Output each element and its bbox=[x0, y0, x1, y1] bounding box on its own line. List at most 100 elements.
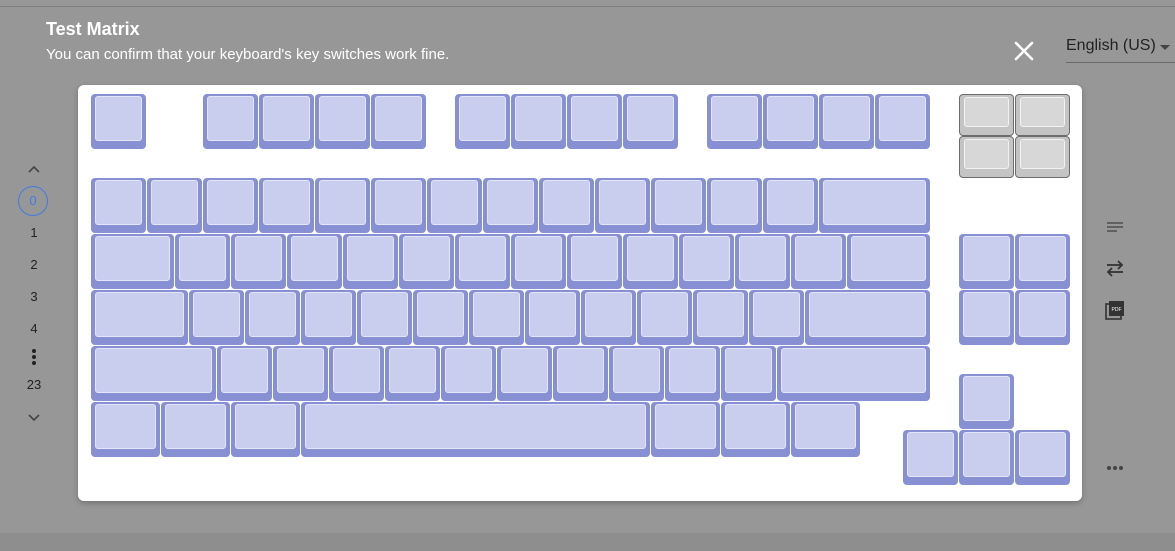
key-h[interactable] bbox=[469, 290, 524, 345]
swap-arrows-icon[interactable] bbox=[1103, 256, 1127, 280]
key-ro[interactable] bbox=[721, 346, 776, 401]
key-l[interactable] bbox=[637, 290, 692, 345]
key-o[interactable] bbox=[623, 234, 678, 289]
key-x[interactable] bbox=[273, 346, 328, 401]
key-b[interactable] bbox=[441, 346, 496, 401]
key-m[interactable] bbox=[553, 346, 608, 401]
key-u[interactable] bbox=[511, 234, 566, 289]
key-q[interactable] bbox=[175, 234, 230, 289]
horizontal-dots-icon[interactable] bbox=[1103, 456, 1127, 480]
key-f10[interactable] bbox=[763, 94, 818, 149]
layer-item-last[interactable]: 23 bbox=[14, 377, 54, 392]
key-t[interactable] bbox=[399, 234, 454, 289]
key-7[interactable] bbox=[483, 178, 538, 233]
key-nav-1[interactable] bbox=[959, 234, 1014, 289]
key-left[interactable] bbox=[903, 430, 958, 485]
key-k[interactable] bbox=[581, 290, 636, 345]
key-rgui[interactable] bbox=[721, 402, 790, 457]
key-p[interactable] bbox=[679, 234, 734, 289]
key-backslash[interactable] bbox=[847, 234, 930, 289]
key-f2[interactable] bbox=[259, 94, 314, 149]
layer-item-4[interactable]: 4 bbox=[14, 321, 54, 336]
chevron-up-icon[interactable] bbox=[27, 162, 41, 176]
key-9[interactable] bbox=[595, 178, 650, 233]
key-semicolon[interactable] bbox=[693, 290, 748, 345]
key-enter[interactable] bbox=[805, 290, 930, 345]
key-lgui[interactable] bbox=[161, 402, 230, 457]
key-tab[interactable] bbox=[91, 234, 174, 289]
close-button[interactable] bbox=[1009, 36, 1039, 66]
key-esc[interactable] bbox=[91, 94, 146, 149]
key-extra-1[interactable] bbox=[959, 94, 1014, 136]
key-n[interactable] bbox=[497, 346, 552, 401]
key-period[interactable] bbox=[665, 346, 720, 401]
key-d[interactable] bbox=[301, 290, 356, 345]
key-i[interactable] bbox=[567, 234, 622, 289]
key-6[interactable] bbox=[427, 178, 482, 233]
key-nav-4[interactable] bbox=[1015, 290, 1070, 345]
layer-item-1[interactable]: 1 bbox=[14, 225, 54, 240]
key-1[interactable] bbox=[147, 178, 202, 233]
key-2[interactable] bbox=[203, 178, 258, 233]
key-f12[interactable] bbox=[875, 94, 930, 149]
key-lshift[interactable] bbox=[91, 346, 216, 401]
key-lbracket[interactable] bbox=[735, 234, 790, 289]
key-f11[interactable] bbox=[819, 94, 874, 149]
key-f9[interactable] bbox=[707, 94, 762, 149]
key-backspace[interactable] bbox=[819, 178, 930, 233]
layer-current[interactable]: 0 bbox=[18, 186, 48, 216]
key-grave[interactable] bbox=[91, 178, 146, 233]
key-a[interactable] bbox=[189, 290, 244, 345]
key-f3[interactable] bbox=[315, 94, 370, 149]
key-space[interactable] bbox=[301, 402, 650, 457]
layer-item-3[interactable]: 3 bbox=[14, 289, 54, 304]
layer-item-2[interactable]: 2 bbox=[14, 257, 54, 272]
key-w[interactable] bbox=[231, 234, 286, 289]
key-up[interactable] bbox=[959, 374, 1014, 429]
key-extra-2[interactable] bbox=[1015, 94, 1070, 136]
key-y[interactable] bbox=[455, 234, 510, 289]
key-j[interactable] bbox=[525, 290, 580, 345]
key-f7[interactable] bbox=[567, 94, 622, 149]
key-rshift[interactable] bbox=[777, 346, 930, 401]
key-c[interactable] bbox=[329, 346, 384, 401]
key-capslock[interactable] bbox=[91, 290, 188, 345]
key-8[interactable] bbox=[539, 178, 594, 233]
key-ralt[interactable] bbox=[651, 402, 720, 457]
key-right[interactable] bbox=[1015, 430, 1070, 485]
key-z[interactable] bbox=[217, 346, 272, 401]
key-quote[interactable] bbox=[749, 290, 804, 345]
key-r[interactable] bbox=[343, 234, 398, 289]
language-select[interactable]: English (US) bbox=[1066, 34, 1175, 63]
key-5[interactable] bbox=[371, 178, 426, 233]
key-s[interactable] bbox=[245, 290, 300, 345]
key-0[interactable] bbox=[651, 178, 706, 233]
key-4[interactable] bbox=[315, 178, 370, 233]
key-e[interactable] bbox=[287, 234, 342, 289]
key-minus[interactable] bbox=[707, 178, 762, 233]
list-icon[interactable] bbox=[1103, 215, 1127, 239]
key-nav-3[interactable] bbox=[959, 290, 1014, 345]
key-3[interactable] bbox=[259, 178, 314, 233]
key-extra-4[interactable] bbox=[1015, 136, 1070, 178]
vertical-dots-icon[interactable] bbox=[28, 348, 40, 366]
key-down[interactable] bbox=[959, 430, 1014, 485]
key-f[interactable] bbox=[357, 290, 412, 345]
key-lalt[interactable] bbox=[231, 402, 300, 457]
key-nav-2[interactable] bbox=[1015, 234, 1070, 289]
key-f4[interactable] bbox=[371, 94, 426, 149]
chevron-down-icon[interactable] bbox=[27, 411, 41, 425]
key-f1[interactable] bbox=[203, 94, 258, 149]
pdf-icon[interactable]: PDF bbox=[1103, 298, 1127, 322]
key-comma[interactable] bbox=[609, 346, 664, 401]
key-equal[interactable] bbox=[763, 178, 818, 233]
key-g[interactable] bbox=[413, 290, 468, 345]
key-f8[interactable] bbox=[623, 94, 678, 149]
key-extra-3[interactable] bbox=[959, 136, 1014, 178]
key-lctrl[interactable] bbox=[91, 402, 160, 457]
key-rbracket[interactable] bbox=[791, 234, 846, 289]
key-f5[interactable] bbox=[455, 94, 510, 149]
key-v[interactable] bbox=[385, 346, 440, 401]
key-f6[interactable] bbox=[511, 94, 566, 149]
key-rctrl[interactable] bbox=[791, 402, 860, 457]
